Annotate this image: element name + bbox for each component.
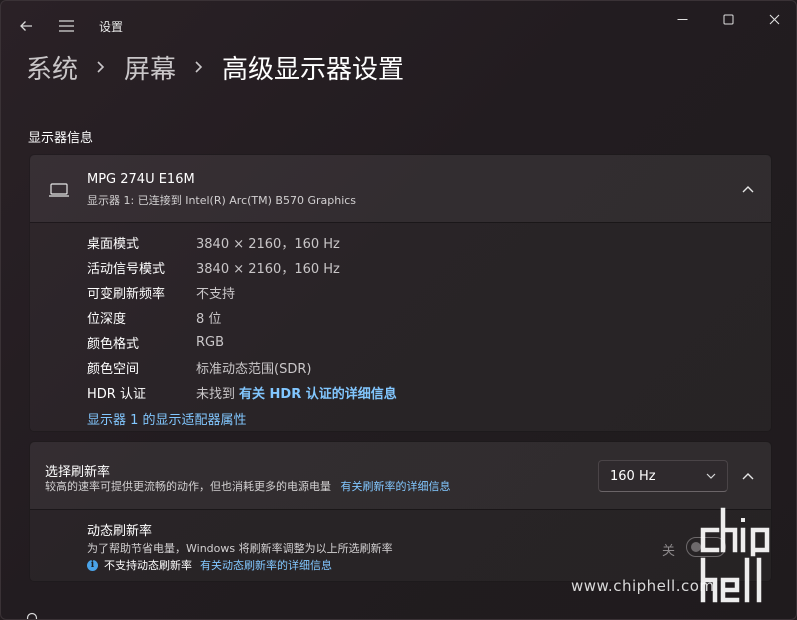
dynamic-refresh-rate-title: 动态刷新率 bbox=[87, 524, 153, 539]
dynamic-refresh-rate-warning: i 不支持动态刷新率 有关动态刷新率的详细信息 bbox=[87, 557, 332, 573]
app-title: 设置 bbox=[99, 20, 124, 34]
info-row-active-signal: 活动信号模式 3840 × 2160，160 Hz bbox=[87, 257, 340, 277]
info-label: 可变刷新频率 bbox=[87, 286, 166, 302]
chevron-right-icon bbox=[86, 54, 116, 80]
info-value: 未找到 bbox=[196, 386, 236, 402]
chevron-right-icon bbox=[184, 54, 214, 80]
collapse-display-info-button[interactable] bbox=[734, 175, 762, 203]
minimize-icon bbox=[677, 18, 687, 20]
display-info-header[interactable]: MPG 274U E16M 显示器 1: 已连接到 Intel(R) Arc(T… bbox=[30, 155, 771, 222]
info-row-hdr: HDR 认证 未找到 有关 HDR 认证的详细信息 bbox=[87, 382, 397, 402]
breadcrumb-item-system[interactable]: 系统 bbox=[26, 49, 78, 86]
display-info-body: 桌面模式 3840 × 2160，160 Hz 活动信号模式 3840 × 21… bbox=[30, 222, 771, 428]
info-row-color-space: 颜色空间 标准动态范围(SDR) bbox=[87, 357, 311, 377]
info-row-bit-depth: 位深度 8 位 bbox=[87, 307, 221, 327]
adapter-properties-row: 显示器 1 的显示适配器属性 bbox=[87, 408, 247, 428]
info-value: 不支持 bbox=[196, 286, 236, 302]
info-label: 位深度 bbox=[87, 311, 127, 327]
display-info-card: MPG 274U E16M 显示器 1: 已连接到 Intel(R) Arc(T… bbox=[29, 154, 772, 432]
close-icon bbox=[769, 14, 779, 24]
collapse-refresh-rate-button[interactable] bbox=[734, 462, 762, 490]
info-label: 颜色格式 bbox=[87, 336, 140, 352]
refresh-rate-details-link[interactable]: 有关刷新率的详细信息 bbox=[341, 480, 451, 493]
dynamic-refresh-rate-description: 为了帮助节省电量，Windows 将刷新率调整为以上所选刷新率 bbox=[87, 542, 393, 555]
refresh-rate-header: 选择刷新率 较高的速率可提供更流畅的动作，但也消耗更多的电源电量 有关刷新率的详… bbox=[30, 442, 771, 509]
refresh-rate-dropdown[interactable]: 160 Hz bbox=[598, 460, 728, 492]
related-settings-icon bbox=[26, 612, 38, 619]
watermark-url: www.chiphell.com bbox=[571, 577, 715, 595]
refresh-rate-selected: 160 Hz bbox=[610, 468, 656, 484]
info-row-color-format: 颜色格式 RGB bbox=[87, 332, 224, 352]
chevron-up-icon bbox=[742, 473, 754, 480]
maximize-button[interactable] bbox=[706, 7, 750, 31]
monitor-connection: 显示器 1: 已连接到 Intel(R) Arc(TM) B570 Graphi… bbox=[87, 194, 357, 207]
back-button[interactable] bbox=[13, 13, 39, 39]
info-value: RGB bbox=[196, 334, 225, 350]
nav-menu-button[interactable] bbox=[53, 13, 79, 39]
adapter-properties-link[interactable]: 显示器 1 的显示适配器属性 bbox=[87, 409, 247, 428]
info-value: 标准动态范围(SDR) bbox=[196, 361, 312, 377]
chevron-up-icon bbox=[742, 186, 754, 193]
info-label: 颜色空间 bbox=[87, 361, 140, 377]
section-title-display-info: 显示器信息 bbox=[28, 131, 94, 146]
hamburger-icon bbox=[58, 20, 74, 32]
info-value: 8 位 bbox=[196, 311, 222, 327]
refresh-rate-description: 较高的速率可提供更流畅的动作，但也消耗更多的电源电量 有关刷新率的详细信息 bbox=[45, 478, 451, 494]
hdr-certification-link[interactable]: 有关 HDR 认证的详细信息 bbox=[239, 383, 397, 402]
arrow-left-icon bbox=[20, 21, 32, 31]
breadcrumb-item-display[interactable]: 屏幕 bbox=[124, 49, 176, 86]
dynamic-refresh-unsupported-text: 不支持动态刷新率 bbox=[104, 559, 192, 572]
info-label: 活动信号模式 bbox=[87, 261, 166, 277]
info-label: HDR 认证 bbox=[87, 386, 146, 402]
page-title: 高级显示器设置 bbox=[222, 54, 405, 85]
dynamic-refresh-details-link[interactable]: 有关动态刷新率的详细信息 bbox=[200, 557, 332, 573]
breadcrumb: 系统 屏幕 高级显示器设置 bbox=[26, 47, 404, 87]
chevron-down-icon bbox=[706, 473, 716, 479]
laptop-icon bbox=[49, 183, 69, 197]
info-value: 3840 × 2160，160 Hz bbox=[196, 236, 340, 252]
minimize-button[interactable] bbox=[660, 7, 704, 31]
info-row-vrr: 可变刷新频率 不支持 bbox=[87, 282, 235, 302]
refresh-rate-description-text: 较高的速率可提供更流畅的动作，但也消耗更多的电源电量 bbox=[45, 480, 331, 493]
info-row-desktop-mode: 桌面模式 3840 × 2160，160 Hz bbox=[87, 232, 340, 252]
info-label: 桌面模式 bbox=[87, 236, 140, 252]
title-bar: 设置 bbox=[1, 1, 796, 49]
info-value: 3840 × 2160，160 Hz bbox=[196, 261, 340, 277]
info-icon: i bbox=[87, 559, 98, 571]
maximize-icon bbox=[723, 14, 733, 24]
settings-window: 设置 系统 屏幕 高级显示器设置 显示器信息 MPG 274U E16M 显示器… bbox=[0, 0, 797, 620]
close-button[interactable] bbox=[752, 7, 796, 31]
chiphell-logo-icon bbox=[700, 507, 770, 603]
monitor-name: MPG 274U E16M bbox=[87, 172, 195, 187]
chiphell-watermark: www.chiphell.com bbox=[571, 504, 796, 614]
